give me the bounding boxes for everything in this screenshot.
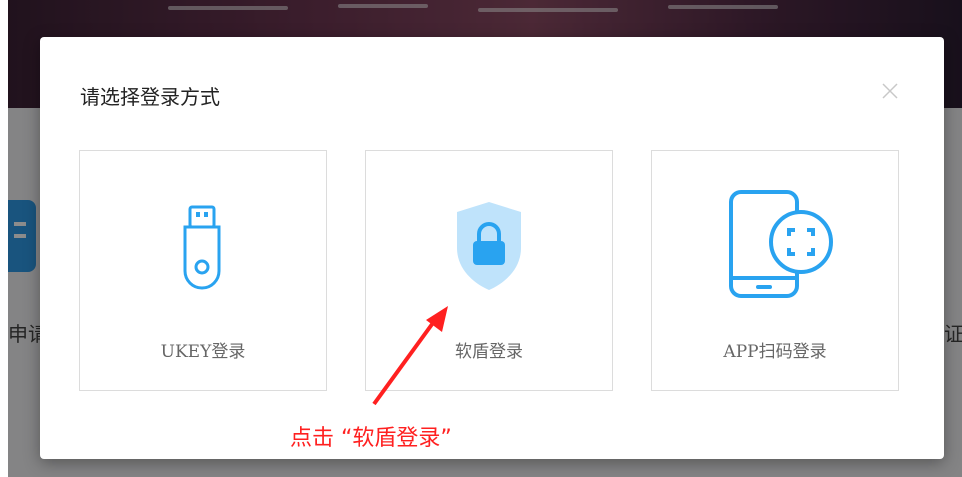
shield-lock-icon (457, 202, 521, 290)
app-scan-login-option[interactable]: APP扫码登录 (651, 150, 899, 391)
ukey-login-label: UKEY登录 (160, 342, 246, 362)
annotation-arrow-icon (372, 306, 448, 406)
login-options: UKEY登录 软盾登录 APP扫码登录 (79, 150, 901, 391)
close-button[interactable] (876, 77, 904, 105)
close-icon (882, 83, 898, 99)
usb-key-icon (183, 205, 221, 290)
annotation-label: 点击 “软盾登录” (290, 426, 452, 451)
ukey-login-option[interactable]: UKEY登录 (79, 150, 327, 391)
dialog-title: 请选择登录方式 (80, 85, 220, 109)
app-scan-login-label: APP扫码登录 (723, 342, 827, 362)
phone-scan-icon (729, 190, 833, 298)
login-method-dialog: 请选择登录方式 UKEY登录 软盾登录 APP扫码登录 (40, 37, 944, 459)
